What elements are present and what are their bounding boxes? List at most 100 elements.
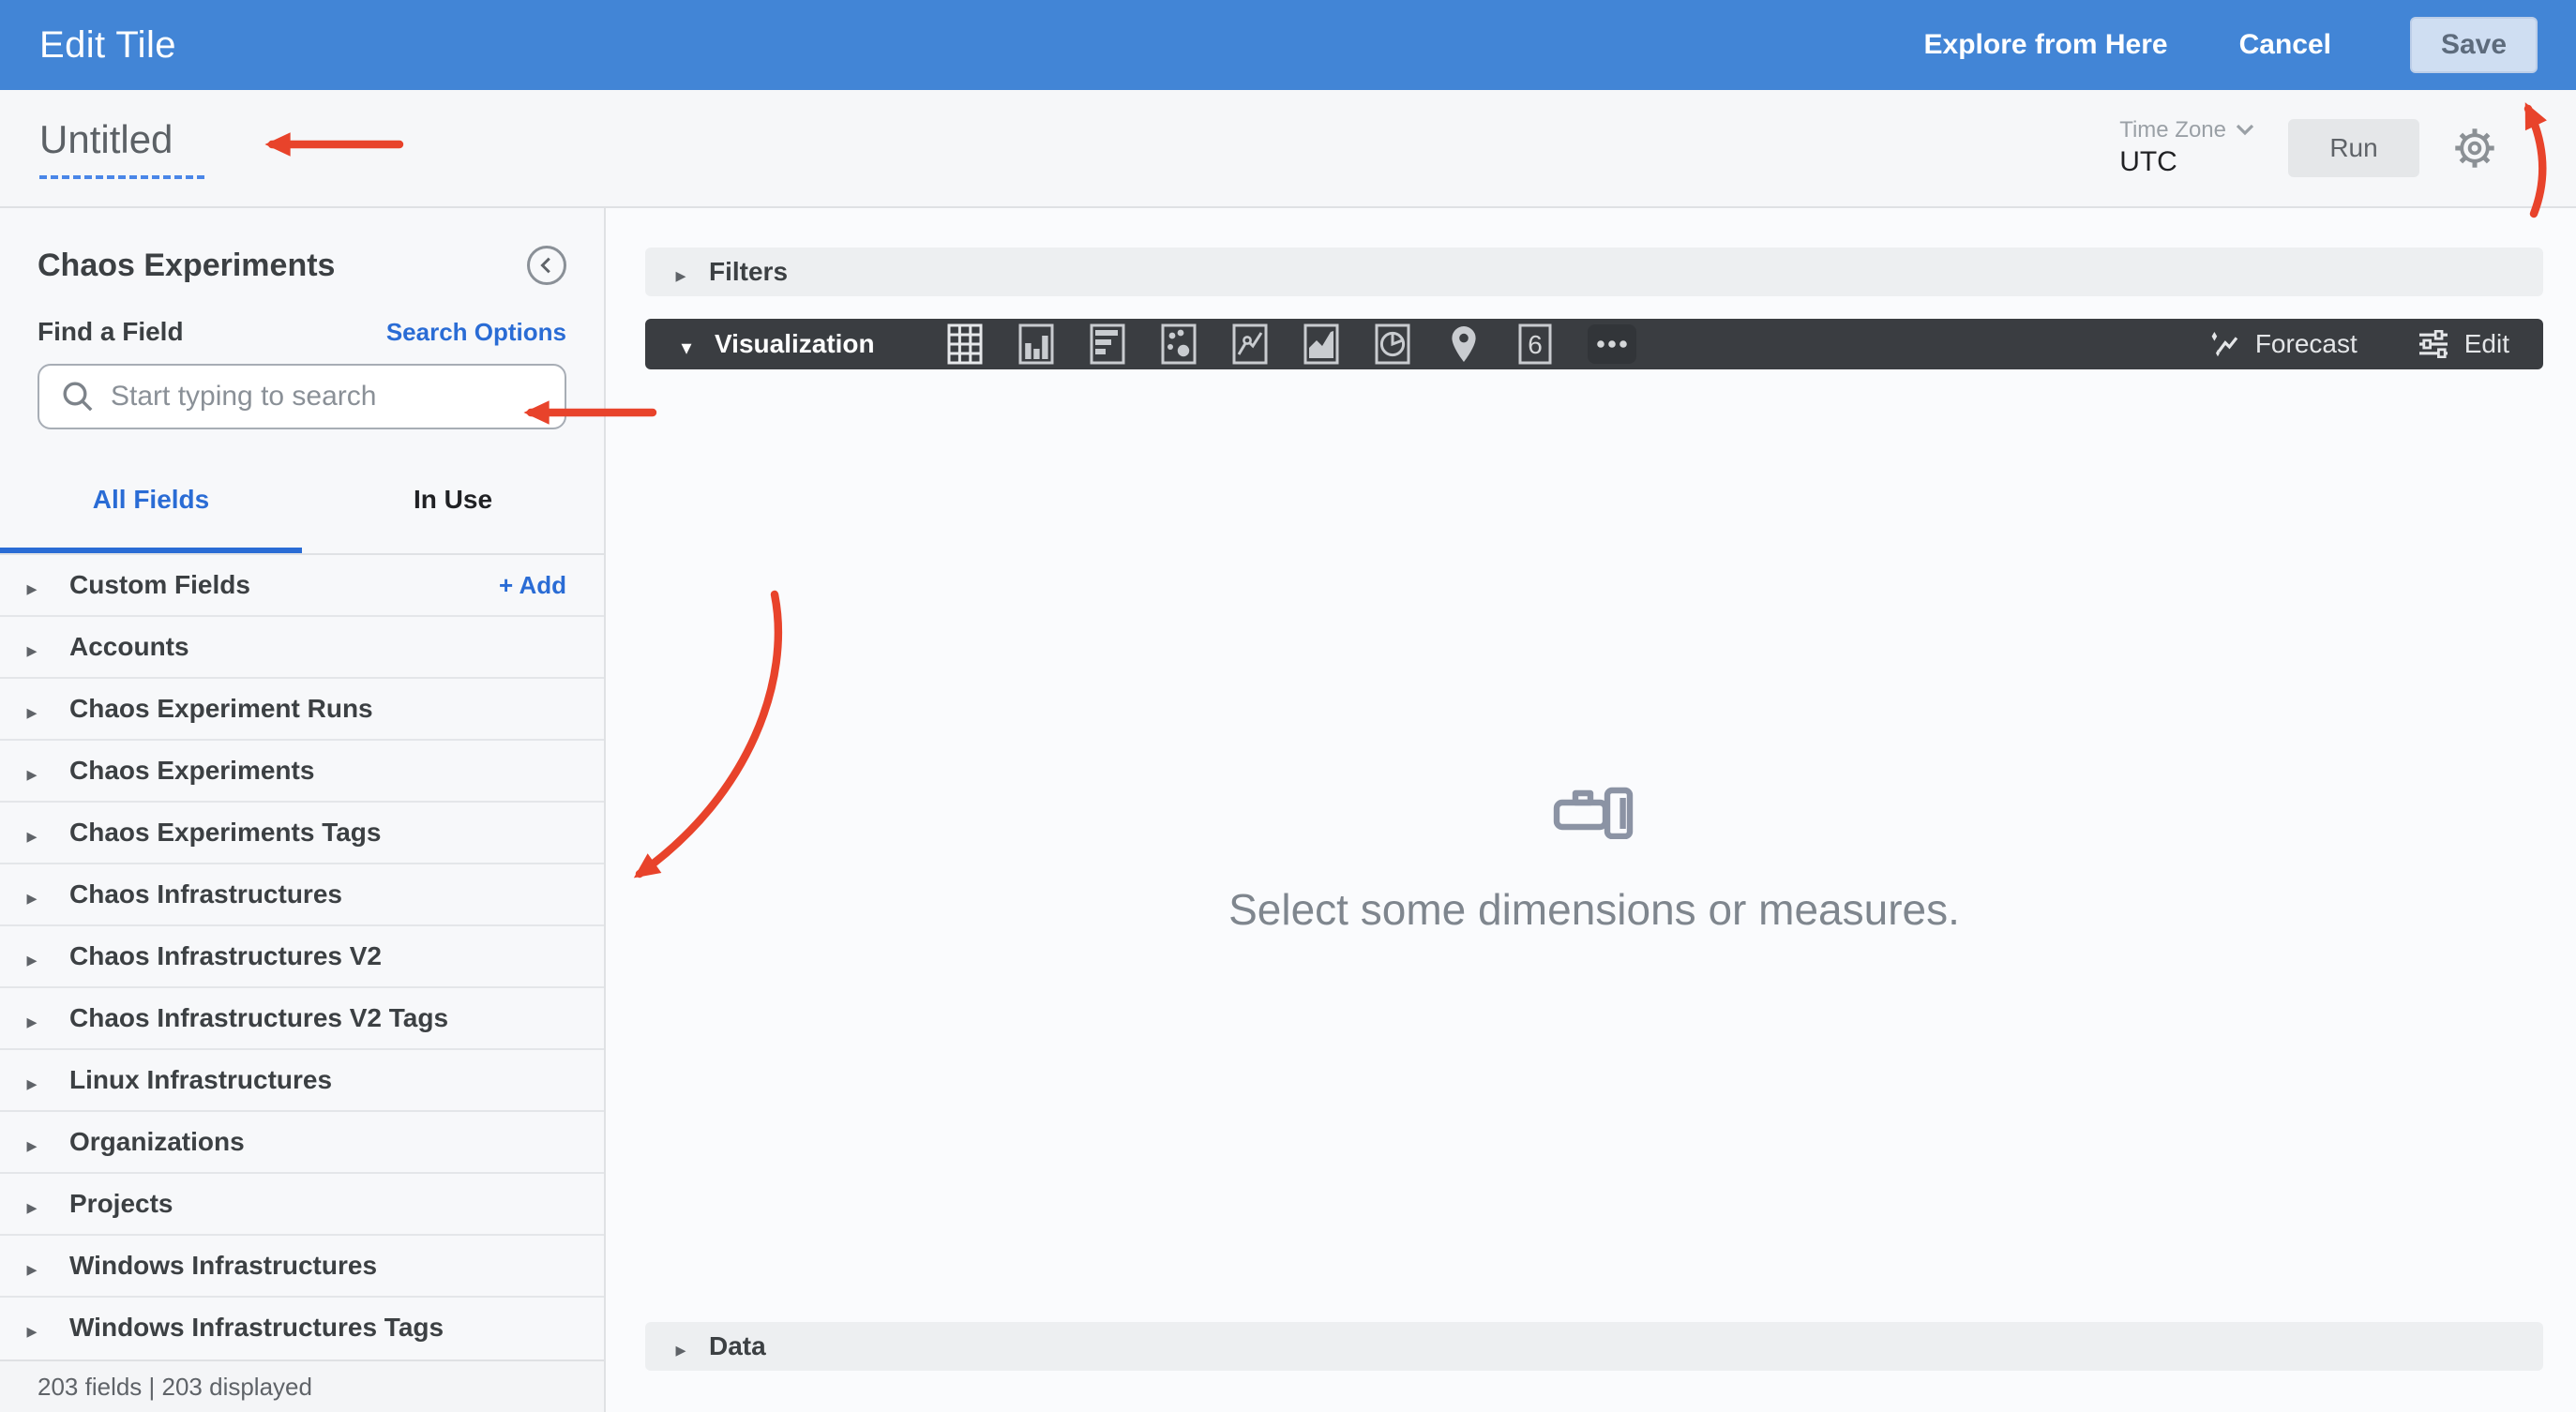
viz-canvas: Select some dimensions or measures.: [645, 369, 2543, 1322]
top-bar-actions: Explore from Here Cancel Save: [1924, 17, 2538, 73]
empty-state-message: Select some dimensions or measures.: [1228, 885, 1960, 934]
tab-all-fields[interactable]: All Fields: [0, 452, 302, 553]
column-chart-icon: [1018, 323, 1054, 365]
explore-main: Filters Visualization: [606, 208, 2576, 1412]
field-group-row[interactable]: Chaos Experiment Runs: [0, 677, 604, 739]
caret-right-icon: [23, 568, 41, 603]
top-bar: Edit Tile Explore from Here Cancel Save: [0, 0, 2576, 90]
caret-right-icon: [23, 692, 41, 727]
search-icon: [63, 382, 93, 412]
field-group-list: Custom Fields + Add Accounts Chaos Exper…: [0, 553, 604, 1359]
chevron-down-icon: [2236, 125, 2254, 136]
gear-icon: [2455, 128, 2494, 168]
edit-viz-button[interactable]: Edit: [2418, 329, 2509, 359]
viz-line-chart-button[interactable]: [1231, 323, 1269, 366]
find-a-field-label: Find a Field: [38, 317, 184, 346]
field-group-label: Chaos Infrastructures V2: [69, 941, 382, 970]
field-group-row-custom-fields[interactable]: Custom Fields + Add: [0, 553, 604, 615]
filters-label: Filters: [709, 257, 789, 286]
field-group-label: Custom Fields: [69, 570, 250, 599]
field-tabs: All Fields In Use: [0, 452, 604, 553]
field-group-row[interactable]: Chaos Experiments: [0, 739, 604, 801]
caret-right-icon: [23, 1187, 41, 1222]
tile-title-input[interactable]: Untitled: [39, 117, 204, 179]
filters-section-toggle[interactable]: Filters: [645, 248, 2543, 296]
field-group-row[interactable]: Windows Infrastructures Tags: [0, 1296, 604, 1358]
caret-right-icon: [23, 878, 41, 912]
forecast-button[interactable]: Forecast: [2208, 329, 2358, 359]
caret-right-icon: [23, 1063, 41, 1098]
field-group-label: Chaos Infrastructures: [69, 879, 342, 909]
line-chart-icon: [1232, 323, 1268, 365]
caret-right-icon: [23, 1311, 41, 1345]
field-group-row[interactable]: Chaos Infrastructures V2 Tags: [0, 986, 604, 1048]
field-picker-sidebar: Chaos Experiments Find a Field Search Op…: [0, 208, 606, 1412]
cancel-button[interactable]: Cancel: [2239, 29, 2331, 61]
data-label: Data: [709, 1331, 766, 1360]
caret-right-icon: [23, 754, 41, 789]
visualization-label: Visualization: [715, 329, 875, 358]
timezone-selector[interactable]: Time Zone UTC: [2119, 116, 2254, 180]
flashlight-icon: [1553, 787, 1634, 839]
field-group-row[interactable]: Projects: [0, 1172, 604, 1234]
explore-title: Chaos Experiments: [38, 247, 336, 283]
viz-bar-actions: Forecast Edit: [2208, 329, 2543, 359]
field-group-label: Chaos Experiments Tags: [69, 818, 382, 847]
search-options-link[interactable]: Search Options: [386, 318, 566, 347]
single-value-icon: 6: [1518, 323, 1552, 365]
timezone-value: UTC: [2119, 146, 2177, 178]
bar-chart-icon: [1090, 323, 1125, 365]
more-dots-icon: [1596, 340, 1627, 348]
field-group-row[interactable]: Windows Infrastructures: [0, 1234, 604, 1296]
page-title: Edit Tile: [39, 23, 176, 66]
field-group-label: Windows Infrastructures: [69, 1251, 378, 1280]
edit-viz-label: Edit: [2463, 329, 2509, 358]
viz-type-picker: 6: [946, 323, 1636, 366]
field-group-label: Accounts: [69, 632, 189, 661]
field-group-label: Organizations: [69, 1127, 245, 1156]
caret-right-icon: [671, 255, 690, 290]
timezone-label: Time Zone: [2119, 117, 2226, 143]
field-group-row[interactable]: Chaos Infrastructures: [0, 863, 604, 924]
edit-settings-icon: [2418, 330, 2448, 358]
tile-header-actions: Time Zone UTC Run: [2119, 116, 2538, 180]
search-input[interactable]: [38, 364, 566, 429]
data-section-toggle[interactable]: Data: [645, 1322, 2543, 1371]
tab-in-use[interactable]: In Use: [302, 452, 604, 553]
caret-right-icon: [23, 1125, 41, 1160]
viz-column-chart-button[interactable]: [1017, 323, 1055, 366]
field-group-row[interactable]: Linux Infrastructures: [0, 1048, 604, 1110]
viz-bar-chart-button[interactable]: [1089, 323, 1126, 366]
viz-pie-chart-button[interactable]: [1374, 323, 1411, 366]
chevron-left-icon: [540, 257, 550, 274]
field-group-label: Linux Infrastructures: [69, 1065, 333, 1094]
field-group-label: Projects: [69, 1189, 173, 1218]
viz-single-value-button[interactable]: 6: [1516, 323, 1554, 366]
viz-map-button[interactable]: [1445, 323, 1483, 366]
forecast-icon: [2211, 332, 2238, 357]
map-pin-icon: [1452, 326, 1476, 362]
viz-table-button[interactable]: [946, 323, 984, 366]
run-button[interactable]: Run: [2288, 119, 2419, 177]
caret-right-icon: [23, 816, 41, 850]
viz-scatter-plot-button[interactable]: [1160, 323, 1198, 366]
field-group-row[interactable]: Chaos Infrastructures V2: [0, 924, 604, 986]
settings-button[interactable]: [2453, 127, 2496, 170]
table-icon: [947, 323, 983, 365]
field-group-row[interactable]: Accounts: [0, 615, 604, 677]
explore-from-here-button[interactable]: Explore from Here: [1924, 29, 2168, 61]
field-group-row[interactable]: Chaos Experiments Tags: [0, 801, 604, 863]
viz-more-button[interactable]: [1587, 324, 1636, 364]
field-search: [38, 364, 566, 429]
field-group-row[interactable]: Organizations: [0, 1110, 604, 1172]
edit-tile-page: Edit Tile Explore from Here Cancel Save …: [0, 0, 2576, 1412]
add-custom-field-button[interactable]: + Add: [499, 571, 566, 600]
caret-right-icon: [23, 1249, 41, 1284]
area-chart-icon: [1303, 323, 1339, 365]
viz-area-chart-button[interactable]: [1303, 323, 1340, 366]
caret-right-icon: [23, 1001, 41, 1036]
field-group-label: Windows Infrastructures Tags: [69, 1313, 444, 1342]
caret-right-icon: [23, 630, 41, 665]
collapse-sidebar-button[interactable]: [527, 246, 566, 285]
save-button[interactable]: Save: [2410, 17, 2538, 73]
